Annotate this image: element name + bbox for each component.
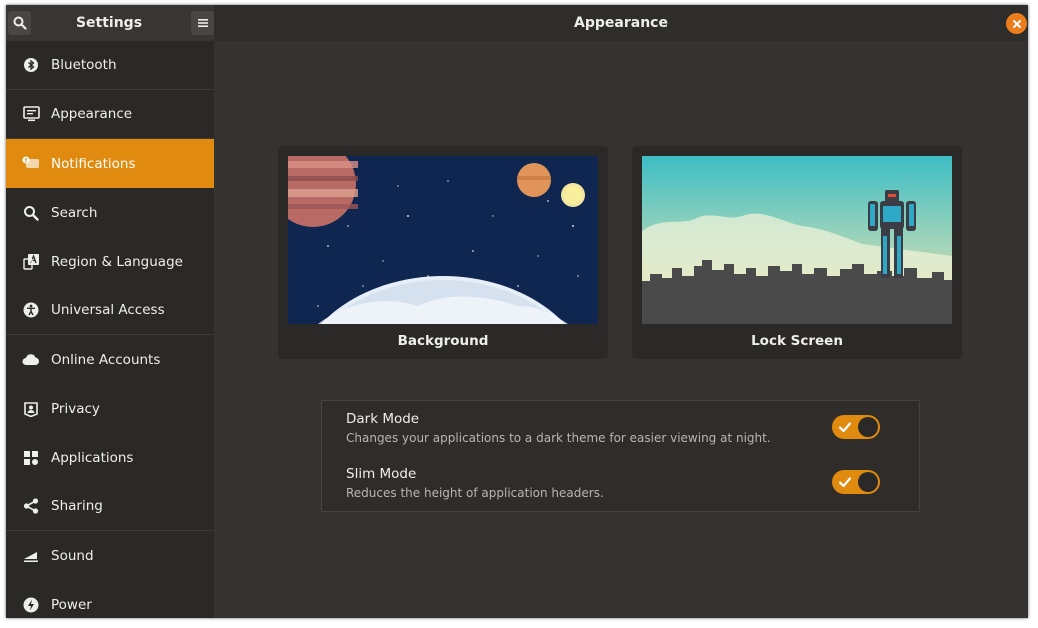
sound-icon	[22, 547, 40, 565]
sidebar-item-online-accounts[interactable]: Online Accounts	[6, 335, 214, 384]
sidebar-item-label: Region & Language	[51, 253, 183, 270]
hamburger-menu-icon	[197, 19, 208, 27]
sidebar-item-power[interactable]: Power	[6, 580, 214, 618]
sidebar-item-universal-access[interactable]: Universal Access	[6, 286, 214, 335]
slim-mode-switch[interactable]	[832, 470, 880, 494]
appearance-page: Background Lock Screen Dark Mode Changes…	[214, 41, 1028, 618]
sidebar-item-bluetooth[interactable]: Bluetooth	[6, 41, 214, 90]
sidebar-item-label: Privacy	[51, 400, 100, 417]
menu-button[interactable]	[191, 11, 214, 35]
power-icon	[22, 596, 40, 614]
slim-mode-row: Slim Mode Reduces the height of applicat…	[346, 466, 906, 506]
sidebar-item-region-language[interactable]: Region & Language	[6, 237, 214, 286]
modes-panel: Dark Mode Changes your applications to a…	[321, 400, 920, 512]
dark-mode-title: Dark Mode	[346, 411, 420, 427]
search-button[interactable]	[8, 11, 31, 35]
search-icon	[13, 16, 27, 30]
sidebar-item-sound[interactable]: Sound	[6, 531, 214, 580]
sidebar: Bluetooth Appearance Notifications Searc…	[6, 41, 214, 618]
sidebar-item-label: Applications	[51, 449, 134, 466]
sidebar-title: Settings	[75, 15, 143, 31]
share-icon	[22, 497, 40, 515]
sidebar-item-notifications[interactable]: Notifications	[6, 139, 214, 188]
switch-knob	[858, 472, 878, 492]
sidebar-item-label: Appearance	[51, 106, 133, 122]
sidebar-item-label: Universal Access	[51, 302, 165, 318]
close-button[interactable]	[1006, 13, 1027, 34]
sidebar-item-privacy[interactable]: Privacy	[6, 384, 214, 433]
sidebar-item-label: Sharing	[51, 498, 103, 514]
checkmark-icon	[838, 477, 852, 488]
slim-mode-title: Slim Mode	[346, 466, 417, 482]
dark-mode-subtitle: Changes your applications to a dark them…	[346, 431, 771, 445]
page-title: Appearance	[574, 15, 668, 31]
bluetooth-icon	[22, 56, 40, 74]
lock-screen-wallpaper-thumbnail	[642, 156, 952, 324]
sidebar-item-label: Sound	[51, 547, 94, 564]
switch-knob	[858, 417, 878, 437]
sidebar-item-search[interactable]: Search	[6, 188, 214, 237]
sidebar-item-label: Notifications	[51, 155, 136, 172]
slim-mode-subtitle: Reduces the height of application header…	[346, 486, 604, 500]
lock-screen-card[interactable]: Lock Screen	[632, 146, 962, 359]
sidebar-item-applications[interactable]: Applications	[6, 433, 214, 482]
search-icon	[22, 204, 40, 222]
settings-window: Settings Appearance Bluetooth Appearance…	[6, 5, 1028, 618]
sidebar-item-label: Power	[51, 596, 92, 613]
lock-screen-label: Lock Screen	[751, 333, 843, 349]
privacy-icon	[22, 400, 40, 418]
sidebar-item-sharing[interactable]: Sharing	[6, 482, 214, 531]
notification-icon	[22, 155, 40, 173]
header-bar: Settings Appearance	[6, 5, 1028, 41]
sidebar-header: Settings	[6, 5, 214, 41]
sidebar-item-label: Bluetooth	[51, 57, 117, 73]
close-icon	[1012, 19, 1021, 28]
applications-icon	[22, 449, 40, 467]
background-card[interactable]: Background	[278, 146, 608, 359]
cloud-icon	[22, 351, 40, 369]
dark-mode-switch[interactable]	[832, 415, 880, 439]
background-label: Background	[397, 333, 489, 349]
accessibility-icon	[22, 301, 40, 319]
background-wallpaper-thumbnail	[288, 156, 598, 324]
dark-mode-row: Dark Mode Changes your applications to a…	[346, 411, 906, 451]
checkmark-icon	[838, 422, 852, 433]
language-icon	[22, 253, 40, 271]
sidebar-item-label: Online Accounts	[51, 351, 161, 368]
sidebar-item-label: Search	[51, 204, 98, 221]
sidebar-item-appearance[interactable]: Appearance	[6, 90, 214, 139]
monitor-icon	[22, 105, 40, 123]
